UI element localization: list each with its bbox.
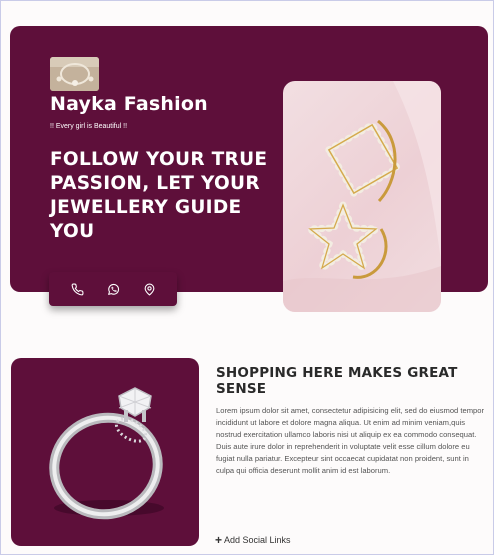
section-body: Lorem ipsum dolor sit amet, consectetur … (216, 406, 485, 476)
whatsapp-icon[interactable] (105, 281, 121, 297)
brand-tagline: !! Every girl is Beautiful !! (50, 123, 128, 130)
location-pin-icon[interactable] (141, 281, 157, 297)
brand-name: Nayka Fashion (50, 93, 208, 115)
brand-logo (50, 57, 99, 91)
plus-icon: + (215, 533, 223, 547)
contact-bar (49, 272, 177, 306)
phone-icon[interactable] (69, 281, 85, 297)
social-link-label: Add Social Links (224, 535, 291, 545)
hero-headline: FOLLOW YOUR TRUE PASSION, LET YOUR JEWEL… (50, 149, 268, 242)
add-social-links-link[interactable]: + Add Social Links (215, 533, 291, 547)
ring-image (11, 358, 199, 546)
earrings-image (283, 81, 441, 312)
section-title: SHOPPING HERE MAKES GREAT SENSE (216, 365, 458, 397)
